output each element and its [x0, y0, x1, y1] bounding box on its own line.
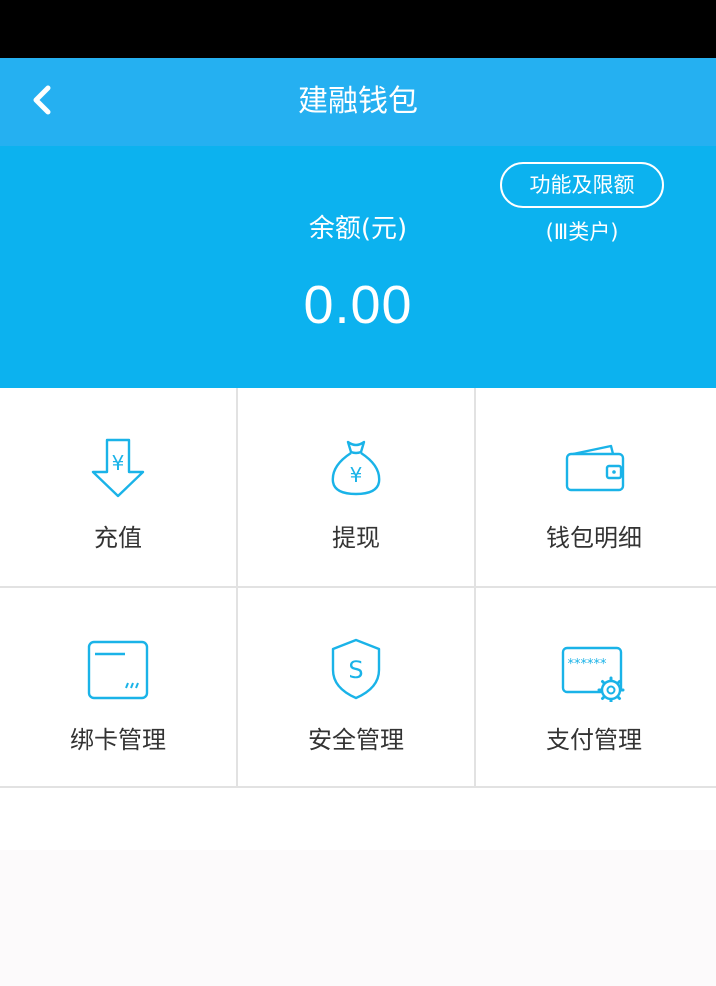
shield-icon: S — [321, 632, 391, 702]
security-label: 安全管理 — [308, 726, 404, 754]
bind-card-button[interactable]: 绑卡管理 — [0, 588, 236, 786]
svg-text:******: ****** — [568, 657, 608, 672]
payment-settings-icon: ****** — [559, 632, 629, 704]
recharge-icon: ¥ — [83, 432, 153, 502]
balance-label: 余额(元) — [308, 214, 408, 244]
svg-text:¥: ¥ — [112, 451, 125, 475]
bind-card-label: 绑卡管理 — [70, 726, 166, 754]
wallet-details-label: 钱包明细 — [546, 524, 642, 552]
recharge-label: 充值 — [94, 524, 142, 552]
payment-settings-button[interactable]: ****** 支付管理 — [476, 588, 712, 786]
wallet-icon — [559, 432, 629, 502]
withdraw-icon: ¥ — [321, 432, 391, 502]
card-icon — [83, 632, 153, 702]
security-button[interactable]: S 安全管理 — [238, 588, 474, 786]
bottom-area — [0, 850, 716, 986]
svg-text:¥: ¥ — [350, 463, 363, 487]
balance-value: 0.00 — [303, 275, 413, 335]
status-bar — [0, 0, 716, 58]
wallet-details-button[interactable]: 钱包明细 — [476, 388, 712, 586]
grid-divider — [0, 586, 716, 588]
recharge-button[interactable]: ¥ 充值 — [0, 388, 236, 586]
function-grid: ¥ 充值 ¥ 提现 钱包明细 绑卡管理 S 安全管理 ****** 支付管理 — [0, 388, 716, 788]
payment-settings-label: 支付管理 — [546, 726, 642, 754]
limits-button[interactable]: 功能及限额 — [500, 162, 664, 208]
nav-bar: 建融钱包 — [0, 58, 716, 146]
withdraw-button[interactable]: ¥ 提现 — [238, 388, 474, 586]
page-title: 建融钱包 — [298, 84, 418, 119]
svg-text:S: S — [348, 656, 363, 684]
withdraw-label: 提现 — [332, 524, 380, 552]
back-icon[interactable] — [26, 80, 62, 124]
balance-panel: 功能及限额 (Ⅲ类户) 余额(元) 0.00 — [0, 146, 716, 388]
